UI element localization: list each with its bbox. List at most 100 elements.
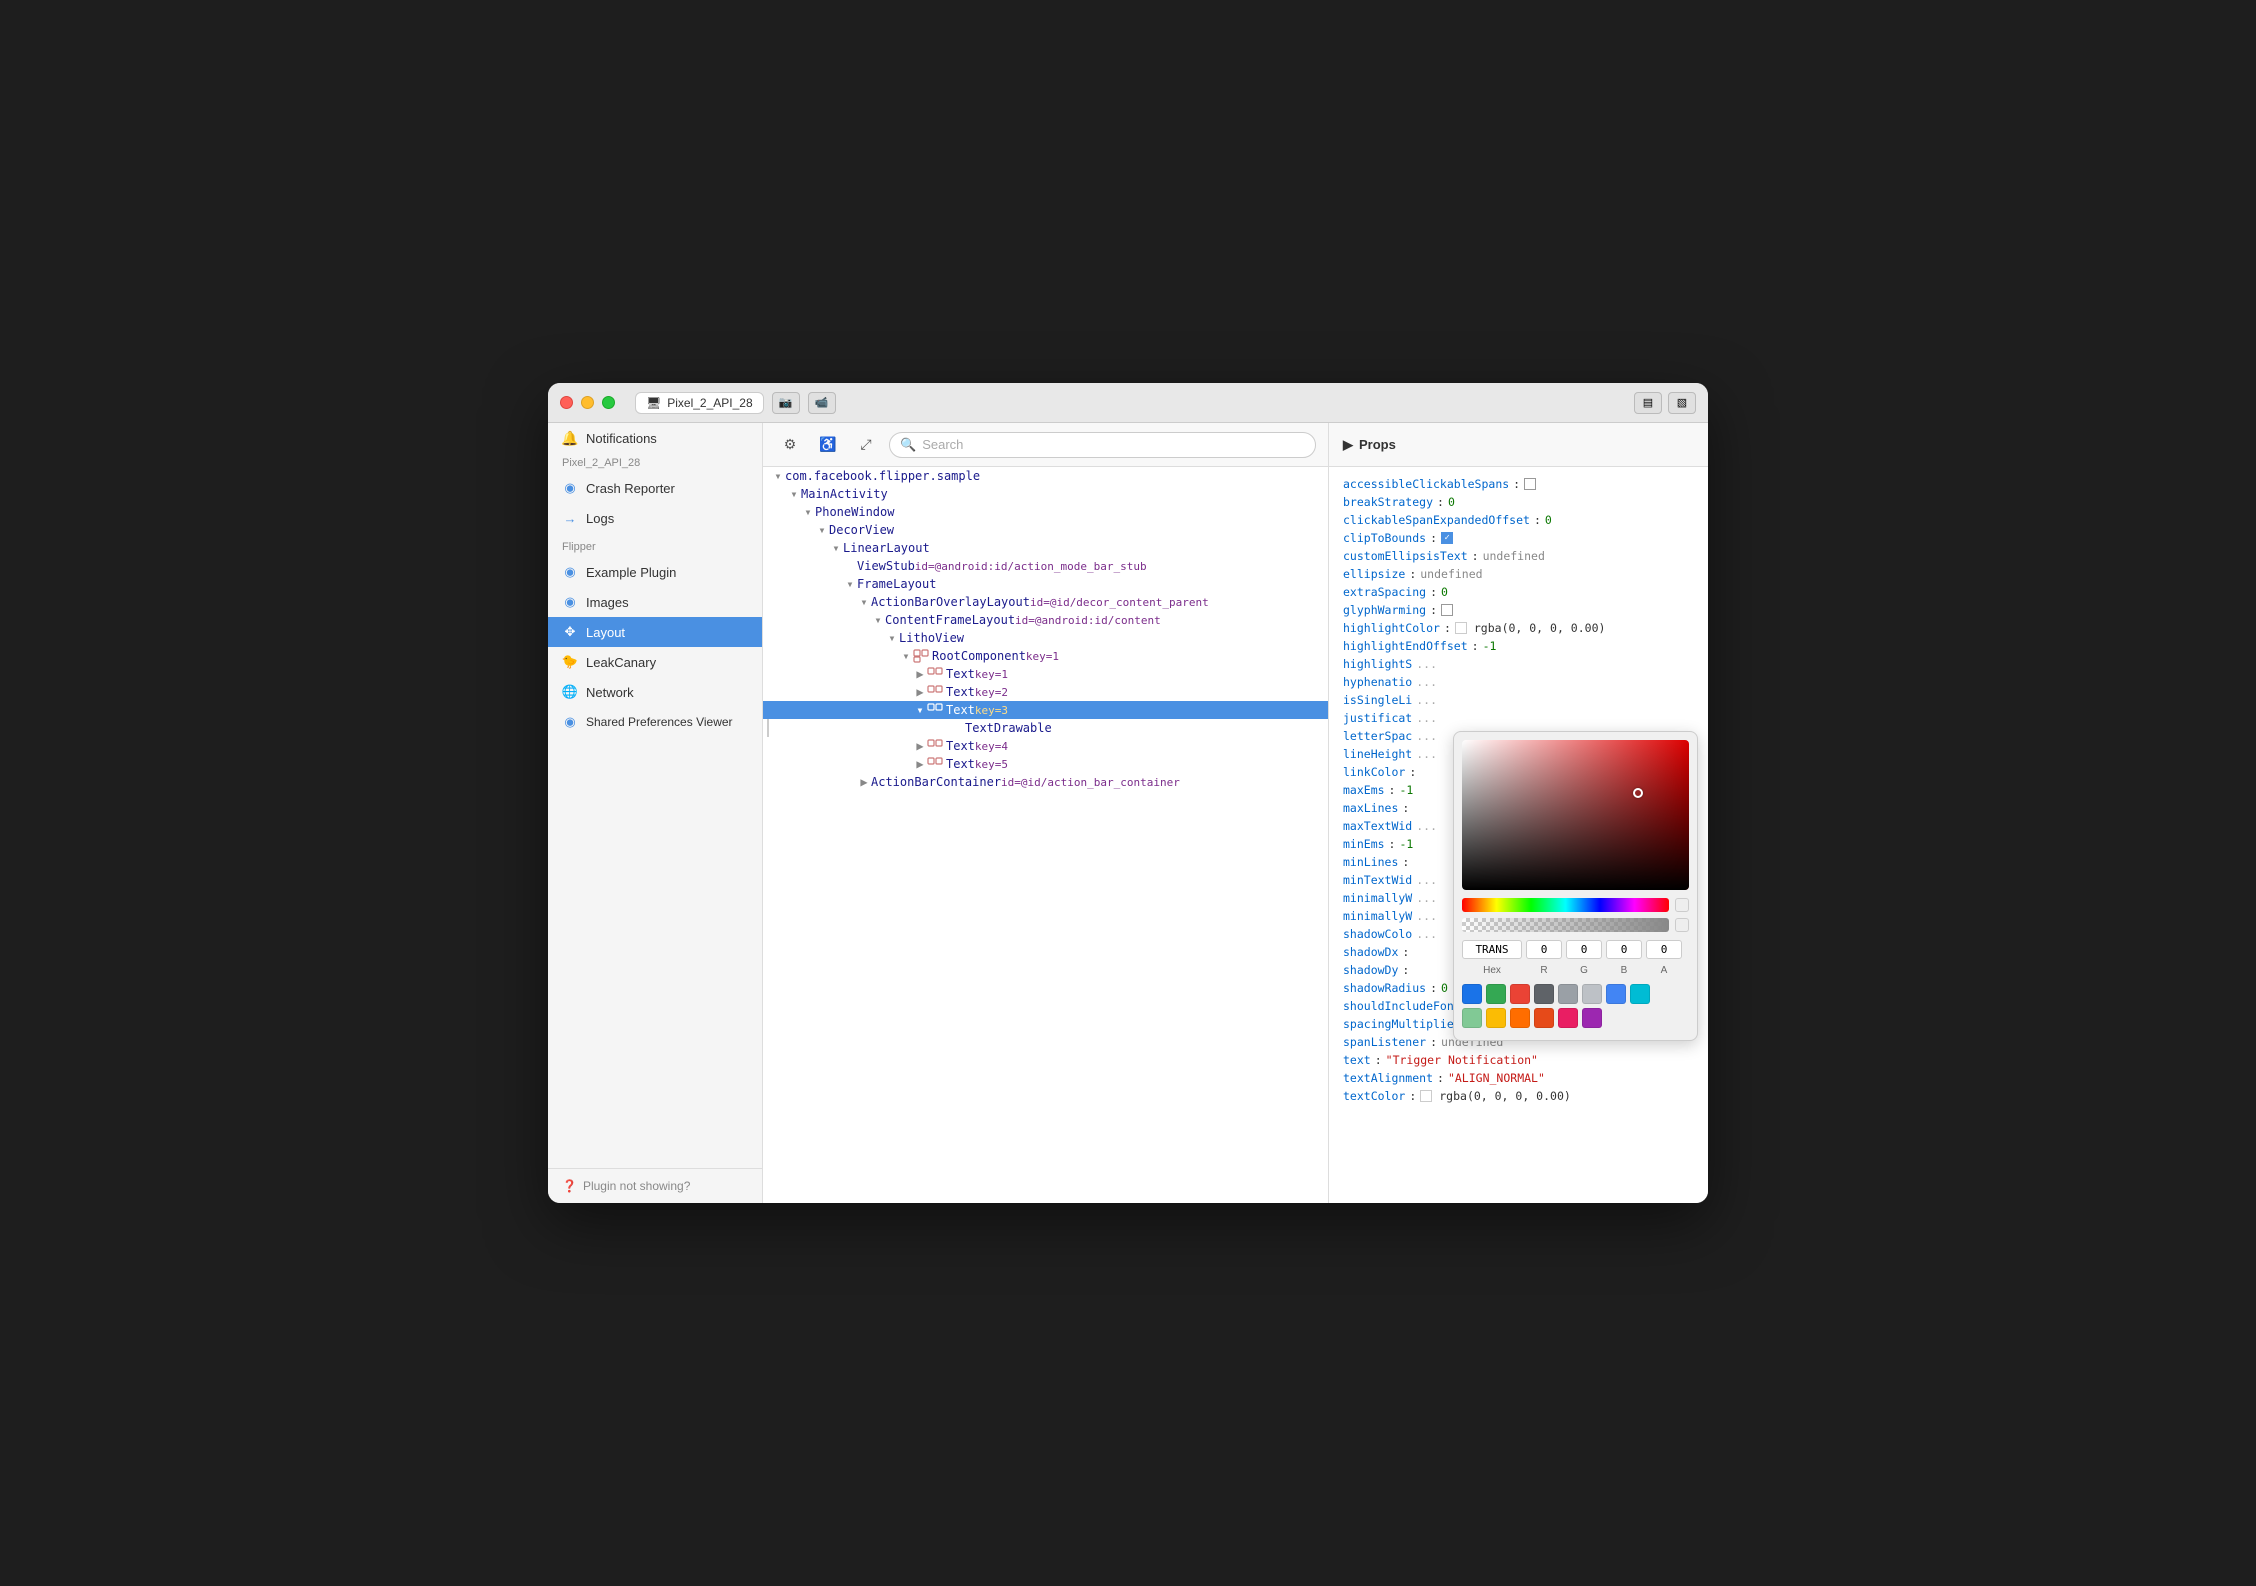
titlebar: 🖥 Pixel_2_API_28 📷 📹 ▤ ▧ [548, 383, 1708, 423]
sidebar-item-images[interactable]: ◉ Images [548, 587, 762, 617]
prop-key: letterSpac [1343, 729, 1412, 743]
color-swatch[interactable] [1462, 1008, 1482, 1028]
sidebar-item-shared-prefs[interactable]: ◉ Shared Preferences Viewer [548, 707, 762, 737]
device-tab[interactable]: 🖥 Pixel_2_API_28 [635, 392, 764, 414]
color-swatch[interactable] [1534, 984, 1554, 1004]
tree-node[interactable]: ▾ DecorView [763, 521, 1328, 539]
prop-key: hyphenatio [1343, 675, 1412, 689]
prop-value: -1 [1399, 837, 1413, 851]
example-plugin-icon: ◉ [562, 564, 578, 580]
prop-key: breakStrategy [1343, 495, 1433, 509]
prop-sep: : [1409, 567, 1416, 581]
layout-icon: ✥ [562, 624, 578, 640]
sidebar-item-layout[interactable]: ✥ Layout [548, 617, 762, 647]
color-gradient[interactable] [1462, 740, 1689, 890]
prop-sep: : [1437, 495, 1444, 509]
minimize-button[interactable] [581, 396, 594, 409]
hue-bar[interactable] [1462, 898, 1669, 912]
color-swatch[interactable] [1606, 984, 1626, 1004]
prop-key: minimallyW [1343, 909, 1412, 923]
color-swatch[interactable] [1462, 984, 1482, 1004]
prop-value: rgba(0, 0, 0, 0.00) [1439, 1089, 1571, 1103]
color-swatch[interactable] [1486, 1008, 1506, 1028]
tree-node[interactable]: ▾ LinearLayout [763, 539, 1328, 557]
color-inputs: TRANS 0 0 0 0 [1462, 940, 1689, 959]
tree-arrow: ▾ [843, 577, 857, 591]
color-swatch[interactable] [1582, 1008, 1602, 1028]
tree-arrow: ▾ [899, 649, 913, 663]
search-bar[interactable]: 🔍 Search [889, 432, 1316, 458]
tree-node[interactable]: ▶ Text key=2 [763, 683, 1328, 701]
prop-row: breakStrategy : 0 [1343, 493, 1694, 511]
sidebar-item-crash-reporter[interactable]: ◉ Crash Reporter [548, 473, 762, 503]
sidebar-right-button[interactable]: ▧ [1668, 392, 1696, 414]
tree-node[interactable]: ▾ RootComponent key=1 [763, 647, 1328, 665]
tree-node[interactable]: ▶ Text key=4 [763, 737, 1328, 755]
prop-key: linkColor [1343, 765, 1405, 779]
device-label: Pixel_2_API_28 [548, 453, 762, 473]
images-label: Images [586, 595, 629, 610]
tree-node[interactable]: ▶ ActionBarContainer id=@id/action_bar_c… [763, 773, 1328, 791]
prop-checkbox[interactable] [1441, 604, 1453, 616]
color-swatch[interactable] [1534, 1008, 1554, 1028]
tree-node[interactable]: ▾ ActionBarOverlayLayout id=@id/decor_co… [763, 593, 1328, 611]
tree-node[interactable]: ▾ MainActivity [763, 485, 1328, 503]
b-input[interactable]: 0 [1606, 940, 1642, 959]
sidebar-item-example-plugin[interactable]: ◉ Example Plugin [548, 557, 762, 587]
plugin-help-button[interactable]: ❓ Plugin not showing? [548, 1168, 762, 1203]
a-label: A [1646, 965, 1682, 976]
prop-checkbox[interactable] [1524, 478, 1536, 490]
hex-input[interactable]: TRANS [1462, 940, 1522, 959]
prop-key: textColor [1343, 1089, 1405, 1103]
video-button[interactable]: 📹 [808, 392, 836, 414]
tree-node-selected[interactable]: ▾ Text key=3 [763, 701, 1328, 719]
tree-node-text: ContentFrameLayout [885, 613, 1015, 627]
component-icon [927, 685, 943, 699]
r-input[interactable]: 0 [1526, 940, 1562, 959]
tree-node-text: ViewStub [857, 559, 915, 573]
alpha-bar[interactable] [1462, 918, 1669, 932]
tree-node[interactable]: ▾ FrameLayout [763, 575, 1328, 593]
prop-sep: : [1513, 477, 1520, 491]
color-swatch[interactable] [1558, 984, 1578, 1004]
color-swatch[interactable] [1558, 1008, 1578, 1028]
color-swatch[interactable] [1510, 1008, 1530, 1028]
component-tree[interactable]: ▾ com.facebook.flipper.sample ▾ MainActi… [763, 467, 1328, 1203]
tree-node[interactable]: ▶ ViewStub id=@android:id/action_mode_ba… [763, 557, 1328, 575]
tree-node[interactable]: ▶ Text key=5 [763, 755, 1328, 773]
maximize-button[interactable] [602, 396, 615, 409]
color-swatch[interactable] [1582, 984, 1602, 1004]
sidebar-item-logs[interactable]: → Logs [548, 503, 762, 533]
close-button[interactable] [560, 396, 573, 409]
color-swatch[interactable] [1510, 984, 1530, 1004]
sidebar-item-leakcanary[interactable]: 🐤 LeakCanary [548, 647, 762, 677]
sidebar-item-network[interactable]: 🌐 Network [548, 677, 762, 707]
help-icon: ❓ [562, 1179, 577, 1193]
prop-checkbox-checked[interactable]: ✓ [1441, 532, 1453, 544]
sidebar-item-notifications[interactable]: 🔔 Notifications [548, 423, 762, 453]
component-icon [927, 757, 943, 771]
tree-node[interactable]: ▾ ContentFrameLayout id=@android:id/cont… [763, 611, 1328, 629]
prop-key: spanListener [1343, 1035, 1426, 1049]
color-swatch[interactable] [1630, 984, 1650, 1004]
sidebar-left-button[interactable]: ▤ [1634, 392, 1662, 414]
color-swatch[interactable] [1486, 984, 1506, 1004]
tree-node[interactable]: ▶ TextDrawable [767, 719, 1328, 737]
settings-button[interactable]: ⚙ [775, 432, 805, 458]
tree-node[interactable]: ▾ PhoneWindow [763, 503, 1328, 521]
a-input[interactable]: 0 [1646, 940, 1682, 959]
prop-sep: : [1409, 765, 1416, 779]
fullscreen-button[interactable]: ⤢ [851, 432, 881, 458]
alpha-indicator [1675, 918, 1689, 932]
tree-node[interactable]: ▾ LithoView [763, 629, 1328, 647]
screenshot-button[interactable]: 📷 [772, 392, 800, 414]
tree-arrow: ▾ [885, 631, 899, 645]
tree-node-attr: key=1 [1026, 650, 1059, 663]
tree-node[interactable]: ▶ Text key=1 [763, 665, 1328, 683]
accessibility-button[interactable]: ♿ [813, 432, 843, 458]
g-input[interactable]: 0 [1566, 940, 1602, 959]
color-swatch-small [1455, 622, 1467, 634]
tree-node-attr: key=5 [975, 758, 1008, 771]
tree-arrow: ▾ [787, 487, 801, 501]
tree-root-node[interactable]: ▾ com.facebook.flipper.sample [763, 467, 1328, 485]
